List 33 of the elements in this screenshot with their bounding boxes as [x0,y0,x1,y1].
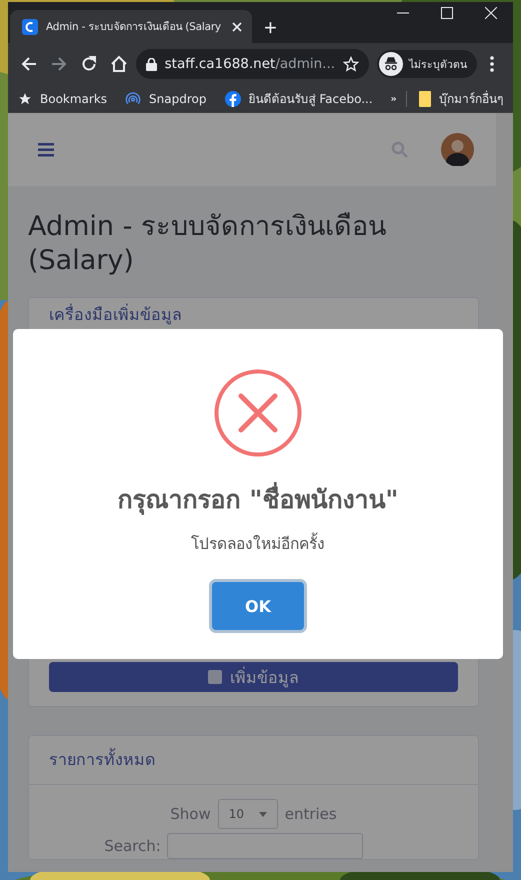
address-bar[interactable]: staff.ca1688.net/admin... [136,49,370,79]
close-icon[interactable] [485,7,497,19]
entries-label: entries [284,805,337,823]
signal-icon [125,90,142,106]
error-icon [214,369,302,457]
incognito-profile-button[interactable]: ไม่ระบุตัวตน [377,50,478,78]
bookmark-folder[interactable]: บุ๊กมาร์กอื่นๆ [419,89,503,108]
avatar[interactable] [441,133,474,166]
add-button[interactable]: เพิ่มข้อมูล [49,662,458,692]
card-heading: เครื่องมือเพิ่มข้อมูล [48,302,183,326]
bookmark[interactable]: Snapdrop [125,90,206,106]
site-icon [22,18,38,34]
square-icon [208,670,222,684]
facebook-icon [224,90,240,106]
new-tab-button[interactable]: + [264,17,277,39]
show-label: Show [170,805,211,823]
card-heading: รายการทั้งหมด [29,736,478,785]
dialog-message: โปรดลองใหม่อีกครั้ง [191,531,325,556]
bookmark[interactable]: Bookmarks [18,92,108,106]
maximize-icon[interactable] [441,7,453,19]
star-icon [18,92,32,106]
search-label: Search: [104,837,161,855]
lock-icon [146,58,157,70]
bookmark[interactable]: ยินดีต้อนรับสู่ Facebo... [224,89,373,108]
page-title: Admin - ระบบจัดการเงินเดือน (Salary) [28,210,387,278]
incognito-icon [379,52,404,76]
browser-tab[interactable]: Admin - ระบบจัดการเงินเดือน (Salary [10,10,252,43]
ok-button[interactable]: OK [212,582,304,630]
dialog-title: กรุณากรอก "ชื่อพนักงาน" [118,483,398,517]
star-icon[interactable] [343,56,360,72]
folder-icon [419,90,431,106]
caret-icon [258,812,267,816]
search-field[interactable] [166,833,363,859]
